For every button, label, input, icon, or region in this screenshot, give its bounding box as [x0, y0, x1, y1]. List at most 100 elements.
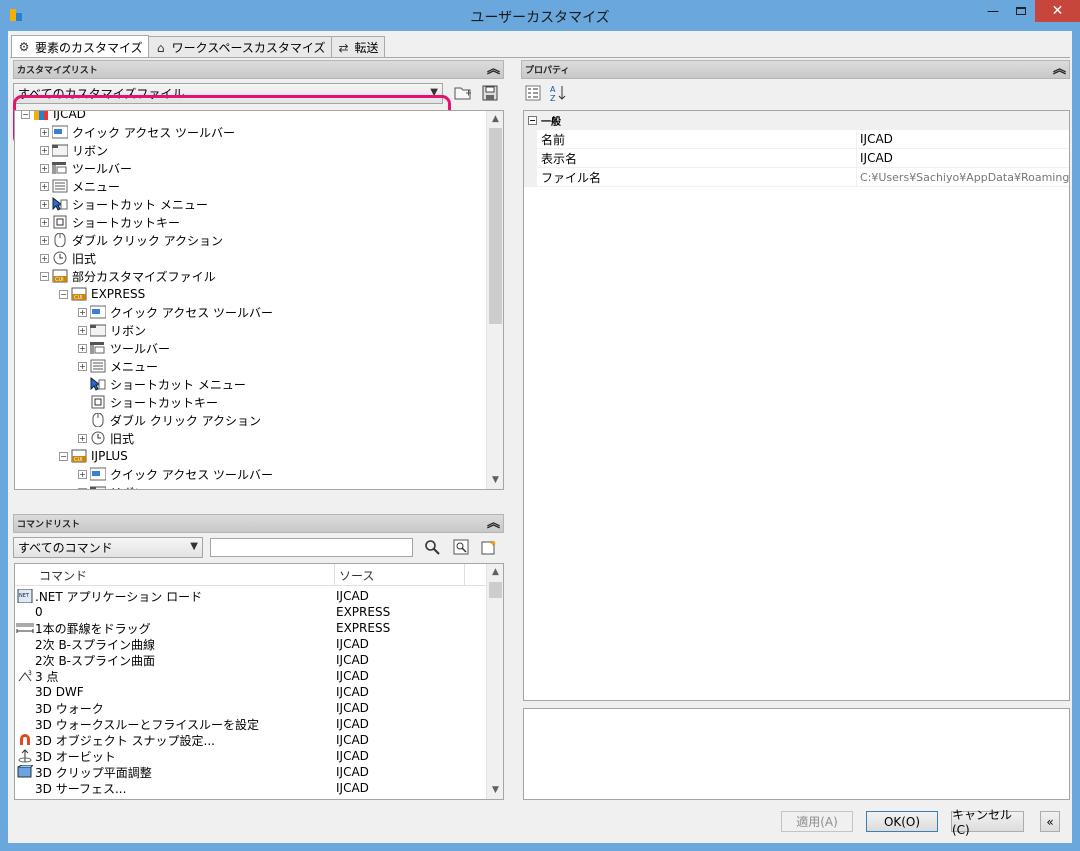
scroll-up-icon[interactable]: ▲ [487, 111, 503, 128]
command-row[interactable]: 1本の罫線をドラッグ EXPRESS [15, 620, 487, 636]
tree-node[interactable]: ショートカットキー [78, 393, 218, 411]
maximize-button[interactable] [1007, 0, 1035, 22]
save-file-button[interactable] [480, 83, 500, 103]
scroll-thumb[interactable] [489, 128, 502, 324]
property-row-filename[interactable]: ファイル名 C:¥Users¥Sachiyo¥AppData¥Roaming¥I… [524, 168, 1069, 187]
scroll-up-icon[interactable]: ▲ [487, 564, 503, 581]
collapse-category-icon[interactable]: − [528, 116, 537, 125]
command-row[interactable]: 2次 B-スプライン曲面 IJCAD [15, 652, 487, 668]
collapse-icon[interactable]: ︽ [487, 515, 500, 532]
expand-toggle-icon[interactable]: + [78, 343, 87, 353]
expand-toggle-icon[interactable]: − [40, 271, 49, 281]
collapse-icon[interactable]: ︽ [487, 61, 500, 78]
expand-toggle-icon[interactable]: + [78, 487, 87, 489]
tree-node[interactable]: + メニュー [40, 177, 120, 195]
tree-node[interactable]: ダブル クリック アクション [78, 411, 261, 429]
expand-toggle-icon[interactable]: − [59, 289, 68, 299]
expand-toggle-icon[interactable]: + [40, 217, 49, 227]
expand-toggle-icon[interactable]: + [40, 127, 49, 137]
alphabetical-view-button[interactable]: AZ [548, 83, 568, 103]
tab-transfer[interactable]: ⇄ 転送 [330, 36, 385, 58]
tree-node[interactable]: + クイック アクセス ツールバー [40, 123, 235, 141]
expand-toggle-icon[interactable]: + [78, 307, 87, 317]
tab-element-customize[interactable]: ⚙ 要素のカスタマイズ [11, 35, 149, 58]
expand-toggle-icon[interactable]: − [59, 451, 68, 461]
tab-workspace-customize[interactable]: ⌂ ワークスペースカスタマイズ [147, 36, 332, 58]
tree-node[interactable]: + リボン [40, 141, 108, 159]
expand-toggle-icon[interactable]: + [40, 199, 49, 209]
command-row[interactable]: 3D サーフェス... IJCAD [15, 780, 487, 796]
scroll-down-icon[interactable]: ▼ [487, 782, 503, 799]
expand-toggle-icon[interactable]: + [40, 181, 49, 191]
customize-tree[interactable]: − IJCAD + クイック アクセス ツールバー + リボン + ツールバー + メニュー + ショ… [14, 110, 504, 490]
new-command-button[interactable] [479, 537, 499, 557]
command-filter-select[interactable]: すべてのコマンド ▼ [13, 537, 203, 558]
column-header-command[interactable]: コマンド [15, 564, 335, 586]
tree-node[interactable]: − CUI IJPLUS [59, 447, 128, 465]
collapse-dialog-button[interactable]: « [1040, 811, 1060, 832]
categorized-view-button[interactable] [523, 83, 543, 103]
command-search-input[interactable] [210, 538, 413, 557]
property-value[interactable]: C:¥Users¥Sachiyo¥AppData¥Roaming¥Int [857, 168, 1069, 186]
command-row[interactable]: 0 EXPRESS [15, 604, 487, 620]
property-value[interactable]: IJCAD [857, 149, 1069, 167]
minimize-button[interactable]: — [979, 0, 1007, 22]
find-command-button[interactable] [451, 537, 471, 557]
expand-toggle-icon[interactable]: + [78, 433, 87, 443]
command-row[interactable]: 2次 B-スプライン曲線 IJCAD [15, 636, 487, 652]
open-file-button[interactable] [453, 83, 473, 103]
cancel-button[interactable]: キャンセル(C) [951, 808, 1024, 837]
command-row[interactable]: 3D DWF IJCAD [15, 684, 487, 700]
expand-toggle-icon[interactable]: + [78, 325, 87, 335]
tree-node[interactable]: ショートカット メニュー [78, 375, 246, 393]
tree-node[interactable]: + 旧式 [40, 249, 96, 267]
tree-node[interactable]: − CUI EXPRESS [59, 285, 145, 303]
expand-toggle-icon[interactable]: + [40, 145, 49, 155]
expand-toggle-icon[interactable]: + [40, 235, 49, 245]
tree-node[interactable]: + クイック アクセス ツールバー [78, 303, 273, 321]
command-scrollbar[interactable]: ▲ ▼ [486, 564, 503, 799]
scroll-thumb[interactable] [489, 582, 502, 598]
command-row[interactable]: 3D クリップ平面調整 IJCAD [15, 764, 487, 780]
tree-node[interactable]: + ツールバー [78, 339, 170, 357]
tree-node[interactable]: + 旧式 [78, 429, 134, 447]
tree-node[interactable]: + リボン [78, 483, 146, 489]
command-row[interactable]: 33 点 IJCAD [15, 668, 487, 684]
tree-node[interactable]: − IJCAD [21, 111, 86, 123]
command-list[interactable]: コマンド ソース NET .NET アプリケーション ロード IJCAD 0 EXPRE… [14, 563, 504, 800]
command-list-header[interactable]: コマンドリスト ︽ [13, 514, 504, 533]
tree-node[interactable]: + ショートカット メニュー [40, 195, 208, 213]
tree-node[interactable]: + メニュー [78, 357, 158, 375]
search-button[interactable] [422, 537, 442, 557]
property-value[interactable]: IJCAD [857, 130, 1069, 148]
command-row[interactable]: 3D オブジェクト スナップ設定... IJCAD [15, 732, 487, 748]
ok-button[interactable]: OK(O) [866, 811, 938, 832]
command-row[interactable]: 3D ウォークスルーとフライスルーを設定 IJCAD [15, 716, 487, 732]
column-header-source[interactable]: ソース [335, 564, 465, 586]
tree-node[interactable]: + ダブル クリック アクション [40, 231, 223, 249]
close-button[interactable]: ✕ [1035, 0, 1080, 22]
property-row-name[interactable]: 名前 IJCAD [524, 130, 1069, 149]
tree-scrollbar[interactable]: ▲ ▼ [486, 111, 503, 489]
property-category[interactable]: − 一般 [524, 111, 1069, 130]
property-grid[interactable]: − 一般 名前 IJCAD 表示名 IJCAD ファイル名 C:¥Users¥S… [523, 110, 1070, 701]
expand-toggle-icon[interactable]: − [21, 111, 30, 119]
properties-header[interactable]: プロパティ ︽ [521, 60, 1070, 79]
command-row[interactable]: 3D ウォーク IJCAD [15, 700, 487, 716]
command-row[interactable]: NET .NET アプリケーション ロード IJCAD [15, 588, 487, 604]
expand-toggle-icon[interactable]: + [78, 469, 87, 479]
expand-toggle-icon[interactable]: + [40, 163, 49, 173]
apply-button[interactable]: 適用(A) [781, 811, 853, 832]
command-row[interactable]: 3D オービット IJCAD [15, 748, 487, 764]
collapse-icon[interactable]: ︽ [1053, 61, 1066, 78]
expand-toggle-icon[interactable]: + [40, 253, 49, 263]
property-row-display-name[interactable]: 表示名 IJCAD [524, 149, 1069, 168]
tree-node[interactable]: + ショートカットキー [40, 213, 180, 231]
tree-node[interactable]: − CUI 部分カスタマイズファイル [40, 267, 216, 285]
expand-toggle-icon[interactable]: + [78, 361, 87, 371]
tree-node[interactable]: + リボン [78, 321, 146, 339]
tree-node[interactable]: + クイック アクセス ツールバー [78, 465, 273, 483]
scroll-down-icon[interactable]: ▼ [487, 472, 503, 489]
tree-node[interactable]: + ツールバー [40, 159, 132, 177]
customize-list-header[interactable]: カスタマイズリスト ︽ [13, 60, 504, 79]
